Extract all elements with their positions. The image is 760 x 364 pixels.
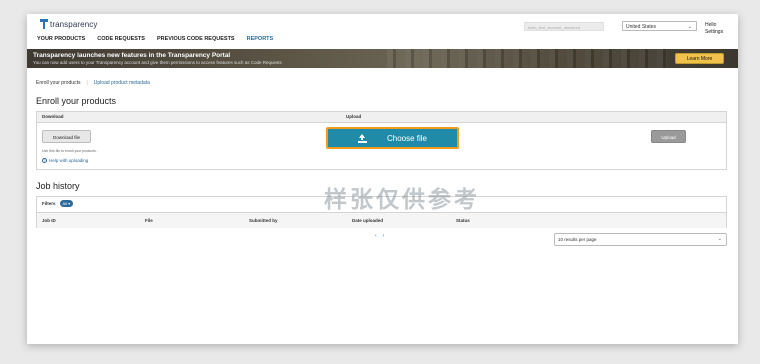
banner-subtitle: You can now add users to your Transparen… [33, 60, 282, 65]
breadcrumb-upload-metadata-link[interactable]: Upload product metadata [94, 80, 150, 86]
nav-code-requests[interactable]: CODE REQUESTS [97, 36, 145, 42]
pagination: ‹ › [375, 233, 384, 239]
nav-reports[interactable]: REPORTS [247, 36, 274, 42]
column-submitted-by[interactable]: Submitted by [249, 218, 278, 223]
column-job-id[interactable]: Job ID [42, 218, 56, 223]
results-per-page-select[interactable]: 10 results per page ⌄ [554, 233, 727, 246]
banner-background [387, 49, 667, 68]
choose-file-label: Choose file [386, 133, 428, 143]
column-file[interactable]: File [145, 218, 153, 223]
upload-button[interactable]: Upload [651, 130, 686, 143]
filters-label: Filters [42, 201, 56, 206]
table-header-row: Job ID File Submitted by Date uploaded S… [37, 212, 726, 228]
settings-link[interactable]: Settings [705, 29, 723, 36]
logo-text: transparency [50, 19, 98, 29]
announcement-banner: Transparency launches new features in th… [27, 49, 738, 68]
country-select[interactable]: United States ⌄ [622, 21, 697, 31]
results-per-page-value: 10 results per page [558, 237, 597, 242]
help-icon: ? [42, 158, 47, 163]
enroll-section-title: Enroll your products [36, 96, 117, 106]
breadcrumb-current: Enroll your products [36, 80, 81, 86]
top-header: transparency YOUR PRODUCTS CODE REQUESTS… [27, 14, 738, 48]
learn-more-button[interactable]: Learn More [675, 53, 724, 64]
enroll-panel-header: Download Upload [37, 112, 726, 123]
upload-icon [357, 134, 367, 143]
breadcrumb-separator: | [86, 80, 88, 86]
nav-your-products[interactable]: YOUR PRODUCTS [37, 36, 85, 42]
next-page-icon[interactable]: › [383, 233, 385, 239]
account-selector[interactable]: hello_test_account_obscured [524, 22, 604, 31]
transparency-logo-icon [40, 19, 48, 29]
upload-column-header: Upload [346, 114, 362, 119]
previous-page-icon[interactable]: ‹ [375, 233, 377, 239]
breadcrumb: Enroll your products | Upload product me… [36, 80, 150, 86]
sample-watermark: 样张仅供参考 [324, 187, 480, 213]
choose-file-button[interactable]: Choose file [326, 127, 459, 149]
user-menu[interactable]: Hello Settings [705, 22, 723, 36]
banner-title: Transparency launches new features in th… [33, 52, 231, 59]
help-link-text: Help with uploading [49, 158, 89, 163]
chevron-down-icon: ⌄ [717, 236, 722, 242]
nav-previous-code-requests[interactable]: PREVIOUS CODE REQUESTS [157, 36, 235, 42]
column-status[interactable]: Status [456, 218, 470, 223]
greeting: Hello [705, 22, 717, 28]
country-value: United States [626, 24, 657, 30]
filters-bar: Filters All ▾ [42, 200, 74, 207]
download-hint: Use this file to enroll your products. [42, 149, 97, 153]
download-column-header: Download [42, 114, 64, 119]
filter-all-dropdown[interactable]: All ▾ [59, 200, 74, 207]
chevron-down-icon: ⌄ [687, 24, 692, 30]
download-file-button[interactable]: Download file [42, 130, 91, 143]
main-nav: YOUR PRODUCTS CODE REQUESTS PREVIOUS COD… [37, 36, 273, 42]
job-history-title: Job history [36, 181, 80, 191]
help-with-uploading-link[interactable]: ? Help with uploading [42, 158, 88, 163]
column-date-uploaded[interactable]: Date uploaded [352, 218, 383, 223]
transparency-logo[interactable]: transparency [40, 19, 97, 29]
portal-window: transparency YOUR PRODUCTS CODE REQUESTS… [27, 14, 738, 344]
enroll-panel: Download Upload Download file Use this f… [36, 111, 727, 170]
